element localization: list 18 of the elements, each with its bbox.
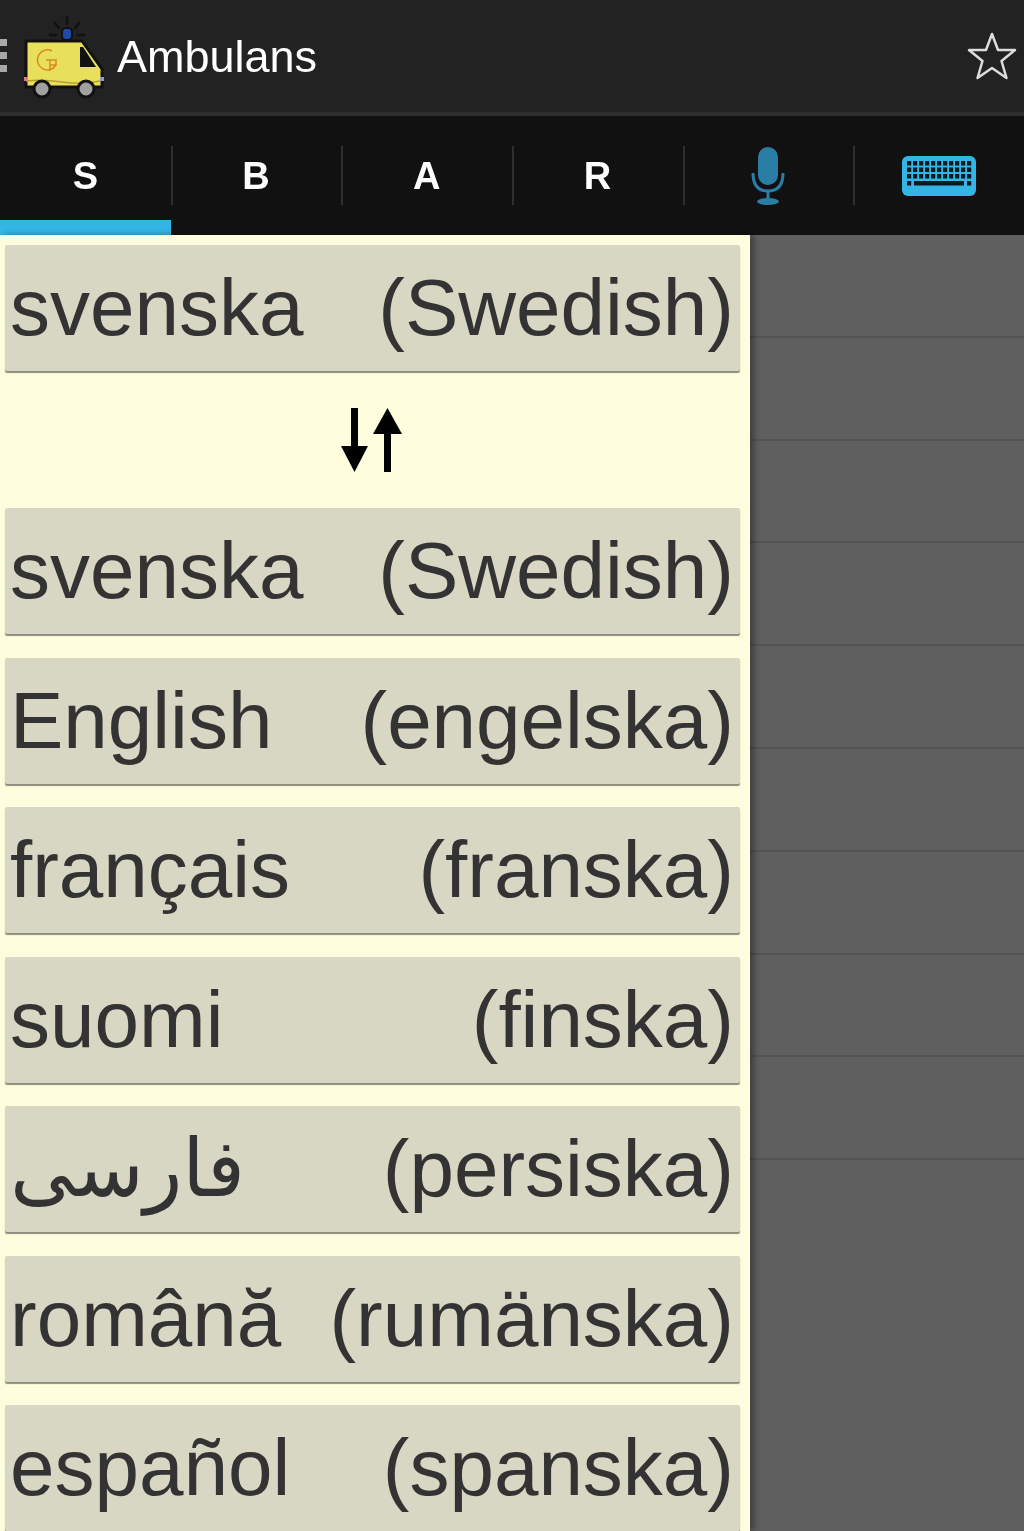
- drawer-indicator-icon[interactable]: [0, 39, 7, 73]
- language-button[interactable]: svenska (Swedish): [5, 245, 740, 371]
- tab[interactable]: R: [512, 116, 683, 235]
- language-button[interactable]: français (franska): [5, 807, 740, 933]
- tab[interactable]: S: [0, 116, 171, 235]
- language-button[interactable]: română (rumänska): [5, 1255, 740, 1382]
- star-icon[interactable]: [967, 32, 1017, 80]
- language-button[interactable]: English (engelska): [5, 657, 740, 784]
- language-button[interactable]: español (spanska): [5, 1405, 740, 1531]
- language-button[interactable]: svenska (Swedish): [5, 508, 740, 634]
- swap-arrows-icon[interactable]: [340, 407, 405, 472]
- microphone-icon: [750, 146, 786, 205]
- language-button[interactable]: suomi (finska): [5, 956, 740, 1083]
- tab[interactable]: B: [170, 116, 342, 235]
- app-title: Ambulans: [117, 33, 318, 79]
- tab[interactable]: A: [341, 116, 512, 235]
- ambulance-icon: [22, 13, 106, 99]
- keyboard-icon: [901, 155, 976, 196]
